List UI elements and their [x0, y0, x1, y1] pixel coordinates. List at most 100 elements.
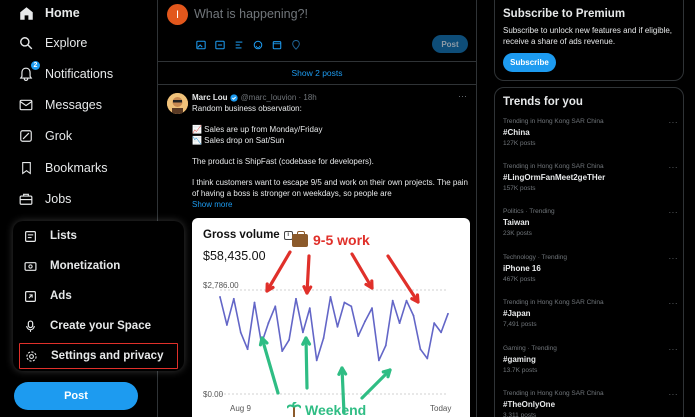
- search-icon: [18, 35, 34, 51]
- more-options-icon[interactable]: ···: [669, 299, 679, 308]
- show-more-link[interactable]: Show more: [192, 200, 470, 211]
- data-point: [322, 337, 325, 339]
- data-point: [440, 331, 442, 334]
- data-point: [315, 359, 318, 362]
- tweet-line: I think customers want to escape 9/5 and…: [192, 178, 468, 198]
- ads-icon: [22, 288, 38, 304]
- avatar[interactable]: [167, 93, 188, 114]
- trend-item[interactable]: Trending in Hong Kong SAR China #LingOrmF…: [503, 163, 678, 201]
- menu-item-label: Settings and privacy: [51, 350, 164, 362]
- trend-item[interactable]: Trending in Hong Kong SAR China #China 127…: [503, 118, 678, 156]
- trend-context: Gaming · Trending: [503, 345, 557, 352]
- avatar[interactable]: I: [167, 4, 188, 25]
- x-tick-label: Aug 9: [230, 404, 251, 413]
- bell-icon: 2: [18, 61, 40, 82]
- more-options-icon[interactable]: ···: [669, 390, 679, 399]
- trend-count: 3,311 posts: [503, 412, 537, 417]
- more-options-icon[interactable]: ···: [669, 163, 679, 172]
- post-button[interactable]: Post: [14, 382, 138, 410]
- trend-name: #TheOnlyOne: [503, 400, 556, 409]
- tweet-header: Marc Lou @marc_louvion · 18h: [192, 93, 317, 102]
- data-point: [246, 348, 249, 351]
- sidebar-item-label: Grok: [45, 129, 73, 143]
- more-options-icon[interactable]: ···: [669, 118, 679, 127]
- data-point: [364, 320, 366, 323]
- composer-toolbar: [195, 39, 301, 50]
- location-icon[interactable]: [290, 39, 301, 50]
- more-options-icon[interactable]: ···: [669, 254, 679, 263]
- sidebar-item-jobs[interactable]: Jobs: [18, 187, 71, 211]
- tweet-line: 📈 Sales are up from Monday/Friday: [192, 125, 323, 135]
- trend-context: Technology · Trending: [503, 254, 567, 261]
- data-point: [281, 350, 284, 352]
- trend-item[interactable]: Politics · Trending Taiwan 23K posts ···: [503, 208, 678, 246]
- chart-total-value: $58,435.00: [203, 249, 266, 263]
- trend-name: iPhone 16: [503, 264, 541, 273]
- menu-item-monetization[interactable]: Monetization: [19, 253, 178, 279]
- menu-item-create-space[interactable]: Create your Space: [19, 313, 178, 339]
- subscribe-button[interactable]: Subscribe: [503, 53, 556, 72]
- sidebar-item-grok[interactable]: Grok: [18, 124, 72, 148]
- green-arrow: [304, 336, 309, 390]
- sidebar-item-label: Explore: [45, 36, 88, 50]
- data-point: [419, 348, 422, 351]
- data-point: [398, 322, 401, 324]
- image-icon[interactable]: [195, 39, 206, 50]
- emoji-icon[interactable]: [252, 39, 263, 50]
- home-icon: [18, 5, 34, 21]
- tweet-media-chart[interactable]: Gross volume i $58,435.00 $2,786.00 $0.0…: [192, 218, 470, 417]
- data-point: [357, 335, 360, 338]
- schedule-icon[interactable]: [271, 39, 282, 50]
- data-point: [288, 338, 290, 341]
- series-line: [219, 296, 449, 362]
- data-point: [267, 322, 270, 324]
- show-new-posts-button[interactable]: Show 2 posts: [158, 61, 476, 85]
- trend-context: Trending in Hong Kong SAR China: [503, 390, 604, 397]
- data-point: [295, 297, 297, 300]
- notification-badge: 2: [31, 61, 40, 70]
- gear-icon: [23, 348, 39, 364]
- grok-icon: [18, 128, 34, 144]
- menu-item-label: Monetization: [50, 260, 121, 272]
- data-point: [329, 296, 332, 298]
- sidebar-item-bookmarks[interactable]: Bookmarks: [18, 156, 108, 180]
- trend-item[interactable]: Technology · Trending iPhone 16 467K posts…: [503, 254, 678, 292]
- more-options-icon[interactable]: ···: [458, 91, 467, 101]
- more-options-icon[interactable]: ···: [669, 208, 679, 217]
- tweet-line: Random business observation:: [192, 104, 302, 113]
- author-name[interactable]: Marc Lou: [192, 93, 228, 102]
- more-options-icon[interactable]: ···: [669, 345, 679, 354]
- menu-item-settings-privacy[interactable]: Settings and privacy: [19, 343, 178, 369]
- menu-item-ads[interactable]: Ads: [19, 283, 178, 309]
- compose-input[interactable]: [194, 7, 424, 21]
- trend-item[interactable]: Trending in Hong Kong SAR China #Japan 7,4…: [503, 299, 678, 337]
- monetization-icon: [22, 258, 38, 274]
- gif-icon[interactable]: [214, 39, 225, 50]
- poll-icon[interactable]: [233, 39, 244, 50]
- sidebar-item-label: Bookmarks: [45, 161, 108, 175]
- sidebar-item-messages[interactable]: Messages: [18, 93, 102, 117]
- annotation-work-label: 9-5 work: [313, 232, 370, 248]
- trends-title: Trends for you: [503, 96, 583, 108]
- trend-count: 127K posts: [503, 140, 536, 147]
- menu-item-lists[interactable]: Lists: [19, 223, 178, 249]
- x-tick-label: Today: [430, 404, 452, 413]
- sidebar-item-label: Messages: [45, 98, 102, 112]
- red-arrow: [350, 252, 374, 290]
- sidebar-item-notifications[interactable]: 2 Notifications: [18, 61, 113, 86]
- compose-post-button[interactable]: Post: [432, 35, 468, 53]
- trend-item[interactable]: Gaming · Trending #gaming 13.7K posts ···: [503, 345, 678, 383]
- data-point: [384, 344, 387, 347]
- microphone-icon: [22, 318, 38, 334]
- premium-description: Subscribe to unlock new features and if …: [503, 26, 672, 46]
- more-menu: Lists Monetization Ads Create your Space…: [13, 221, 184, 371]
- green-arrow: [260, 336, 280, 395]
- premium-card: Subscribe to Premium Subscribe to unlock…: [494, 0, 684, 81]
- red-arrow: [265, 250, 292, 293]
- trend-count: 157K posts: [503, 185, 536, 192]
- trend-item[interactable]: Trending in Hong Kong SAR China #TheOnlyO…: [503, 390, 678, 417]
- sidebar-item-home[interactable]: Home: [18, 1, 80, 25]
- data-point: [343, 301, 346, 304]
- chart-title-wrap: Gross volume i: [203, 229, 293, 241]
- sidebar-item-explore[interactable]: Explore: [18, 31, 87, 55]
